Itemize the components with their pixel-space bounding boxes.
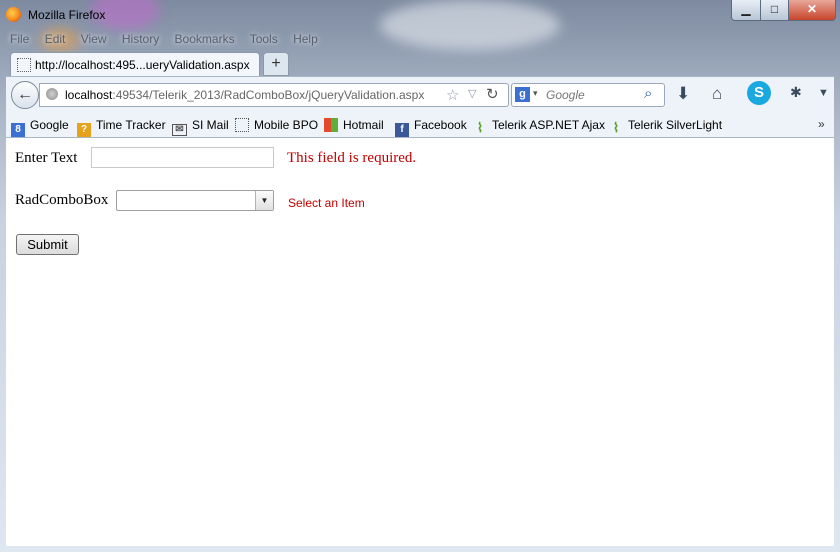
minimize-button[interactable]: ▁ xyxy=(731,0,761,21)
browser-window: Mozilla Firefox ▁ □ ✕ File Edit View His… xyxy=(0,0,840,552)
bookmarks-overflow-icon[interactable]: » xyxy=(818,117,825,131)
download-icon[interactable]: ⬇ xyxy=(676,84,690,104)
required-error-message: This field is required. xyxy=(287,150,417,166)
bookmark-mobile-bpo[interactable]: Mobile BPO xyxy=(235,118,318,132)
search-placeholder: Google xyxy=(546,88,585,102)
bookmark-label: Telerik ASP.NET Ajax xyxy=(492,118,605,132)
bookmark-google[interactable]: 8 Google xyxy=(11,118,69,137)
bookmark-facebook[interactable]: f Facebook xyxy=(395,118,467,137)
page-content: Enter Text This field is required. RadCo… xyxy=(6,138,834,546)
bookmark-telerik-silverlight[interactable]: ⌇ Telerik SilverLight xyxy=(609,118,722,135)
bookmark-label: Facebook xyxy=(414,118,467,132)
menu-bookmarks[interactable]: Bookmarks xyxy=(175,32,235,46)
enter-text-label: Enter Text xyxy=(15,150,78,166)
history-dropdown-icon[interactable]: ▽ xyxy=(468,87,476,100)
bookmark-label: Mobile BPO xyxy=(254,118,319,132)
bookmarks-toolbar: 8 Google ? Time Tracker ✉ SI Mail Mobile BP… xyxy=(6,113,834,138)
mail-icon: ✉ xyxy=(172,124,187,136)
url-path: :49534/Telerik_2013/RadComboBox/jQueryVa… xyxy=(112,88,425,102)
bookmark-label: Hotmail xyxy=(343,118,384,132)
menu-file[interactable]: File xyxy=(10,32,29,46)
tab-strip: http://localhost:495...ueryValidation.as… xyxy=(8,52,840,76)
search-icon[interactable]: ⌕ xyxy=(644,85,652,102)
submit-button[interactable]: Submit xyxy=(16,234,79,255)
bookmark-label: Google xyxy=(30,118,69,132)
bookmark-label: Telerik SilverLight xyxy=(628,118,723,132)
url-text: localhost:49534/Telerik_2013/RadComboBox… xyxy=(65,88,424,102)
windows-icon xyxy=(324,118,338,132)
back-button[interactable]: ← xyxy=(11,81,39,109)
maximize-button[interactable]: □ xyxy=(760,0,789,21)
url-bar[interactable]: localhost:49534/Telerik_2013/RadComboBox… xyxy=(39,83,509,107)
reload-icon[interactable]: ↻ xyxy=(486,85,499,103)
home-icon[interactable]: ⌂ xyxy=(712,84,722,104)
bookmark-time-tracker[interactable]: ? Time Tracker xyxy=(77,118,166,137)
menu-tools[interactable]: Tools xyxy=(250,32,278,46)
title-bar: Mozilla Firefox ▁ □ ✕ xyxy=(0,0,840,30)
engine-dropdown-icon[interactable]: ▾ xyxy=(533,88,538,99)
google-engine-icon[interactable]: g xyxy=(515,87,530,102)
url-host: localhost xyxy=(65,88,113,102)
globe-icon xyxy=(46,88,58,100)
radcombobox-dropdown[interactable]: ▼ xyxy=(116,190,274,211)
skype-icon[interactable]: S xyxy=(747,81,771,105)
tab-active[interactable]: http://localhost:495...ueryValidation.as… xyxy=(10,52,260,76)
text-input[interactable] xyxy=(91,147,274,168)
menu-history[interactable]: History xyxy=(122,32,159,46)
menu-help[interactable]: Help xyxy=(293,32,318,46)
bookmark-label: Time Tracker xyxy=(96,118,166,132)
time-tracker-icon: ? xyxy=(77,123,91,137)
radcombobox-label: RadComboBox xyxy=(15,192,109,208)
search-box[interactable]: g ▾ Google ⌕ xyxy=(511,83,665,107)
telerik-icon: ⌇ xyxy=(476,120,484,135)
page-icon xyxy=(235,118,249,132)
tab-label: http://localhost:495...ueryValidation.as… xyxy=(35,58,250,72)
extension-icon[interactable]: ✱ xyxy=(790,84,802,101)
google-icon: 8 xyxy=(11,123,25,137)
navigation-bar: ← localhost:49534/Telerik_2013/RadComboB… xyxy=(6,76,834,113)
firefox-logo-icon xyxy=(6,7,21,22)
page-favicon-icon xyxy=(17,58,31,72)
new-tab-button[interactable]: + xyxy=(263,52,289,76)
select-item-error-message: Select an Item xyxy=(288,196,365,210)
bookmark-star-icon[interactable]: ☆ xyxy=(446,86,459,104)
bookmark-label: SI Mail xyxy=(192,118,229,132)
chevron-down-icon[interactable]: ▼ xyxy=(255,191,273,210)
telerik-icon: ⌇ xyxy=(612,120,620,135)
menu-view[interactable]: View xyxy=(81,32,107,46)
menu-bar: File Edit View History Bookmarks Tools H… xyxy=(10,32,330,50)
bookmark-si-mail[interactable]: ✉ SI Mail xyxy=(172,118,229,136)
menu-edit[interactable]: Edit xyxy=(45,32,66,46)
facebook-icon: f xyxy=(395,123,409,137)
toolbar-menu-dropdown-icon[interactable]: ▼ xyxy=(818,87,829,99)
bookmark-hotmail[interactable]: Hotmail xyxy=(324,118,384,132)
close-button[interactable]: ✕ xyxy=(788,0,836,21)
bookmark-telerik-ajax[interactable]: ⌇ Telerik ASP.NET Ajax xyxy=(473,118,605,135)
window-title: Mozilla Firefox xyxy=(28,8,106,22)
